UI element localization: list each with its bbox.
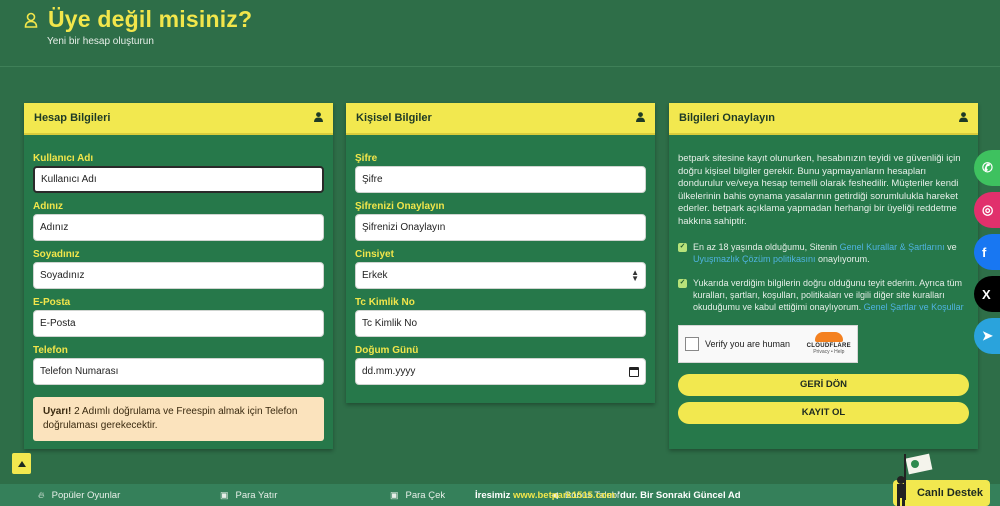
deposit-label: Para Yatır bbox=[235, 489, 278, 501]
ticker-text: 'dur. Bir Sonraki Güncel Ad bbox=[615, 489, 741, 501]
cloudflare-logo: CLOUDFLARE Privacy • Help bbox=[807, 332, 851, 355]
page-title: Üye değil misiniz? bbox=[48, 6, 253, 32]
page-header: Üye değil misiniz? Yeni bir hesap oluştu… bbox=[24, 6, 252, 47]
scroll-top-button[interactable] bbox=[12, 453, 31, 474]
username-label: Kullanıcı Adı bbox=[33, 153, 94, 164]
password-confirm-input[interactable]: Şifrenizi Onaylayın bbox=[355, 214, 646, 241]
arrow-up-icon bbox=[17, 460, 26, 467]
account-info-title: Hesap Bilgileri bbox=[34, 112, 111, 124]
select-arrows-icon: ▲ ▼ bbox=[631, 267, 639, 283]
warning-bold: Uyarı! bbox=[43, 406, 72, 417]
phone-label: Telefon bbox=[33, 345, 68, 356]
phone-warning: Uyarı! 2 Adımlı doğrulama ve Freespin al… bbox=[33, 397, 324, 441]
popular-games-link[interactable]: 🔥︎ Popüler Oyunlar bbox=[38, 490, 120, 501]
info-consent-row: ✓ Yukarıda verdiğim bilgilerin doğru old… bbox=[678, 277, 969, 313]
announcement-ticker: İresimiz www.betpark1515.com 'dur. Bir S… bbox=[475, 490, 895, 501]
captcha-links[interactable]: Privacy • Help bbox=[807, 349, 851, 355]
captcha-widget: Verify you are human CLOUDFLARE Privacy … bbox=[678, 324, 858, 363]
terms-conditions-link[interactable]: Genel Şartlar ve Koşullar bbox=[864, 302, 964, 312]
mascot-icon bbox=[897, 453, 933, 506]
confirm-info-header: Bilgileri Onaylayın bbox=[669, 103, 978, 135]
facebook-icon: f bbox=[982, 244, 987, 260]
password-confirm-label: Şifrenizi Onaylayın bbox=[355, 201, 445, 212]
account-info-panel: Hesap Bilgileri Kullanıcı Adı Kullanıcı … bbox=[24, 103, 333, 449]
confirm-info-panel: Bilgileri Onaylayın betpark sitesine kay… bbox=[669, 103, 978, 449]
withdraw-link[interactable]: ▣ Para Çek bbox=[390, 490, 445, 501]
email-input[interactable]: E-Posta bbox=[33, 310, 324, 337]
telegram-icon: ➤ bbox=[982, 328, 993, 343]
calendar-icon[interactable] bbox=[629, 366, 639, 377]
user-icon bbox=[24, 9, 40, 31]
age-consent-row: ✓ En az 18 yaşında olduğumu, Sitenin Gen… bbox=[678, 241, 969, 265]
person-icon bbox=[314, 111, 323, 125]
gender-select[interactable]: Erkek ▲ ▼ bbox=[355, 262, 646, 289]
register-button[interactable]: KAYIT OL bbox=[678, 401, 969, 424]
consent-text-part: onaylıyorum. bbox=[815, 253, 870, 264]
last-name-input[interactable]: Soyadınız bbox=[33, 262, 324, 289]
person-icon bbox=[959, 111, 968, 125]
deposit-link[interactable]: ▣ Para Yatır bbox=[220, 490, 277, 501]
account-info-header: Hesap Bilgileri bbox=[24, 103, 333, 135]
info-consent-checkbox[interactable]: ✓ bbox=[678, 278, 687, 288]
personal-info-header: Kişisel Bilgiler bbox=[346, 103, 655, 135]
terms-paragraph: betpark sitesine kayıt olunurken, hesabı… bbox=[678, 153, 961, 227]
last-name-label: Soyadınız bbox=[33, 249, 80, 260]
dispute-policy-link[interactable]: Uyuşmazlık Çözüm politikasını bbox=[693, 254, 816, 264]
tc-id-input[interactable]: Tc Kimlik No bbox=[355, 310, 646, 337]
tc-id-label: Tc Kimlik No bbox=[355, 297, 415, 308]
whatsapp-icon: ✆ bbox=[982, 160, 993, 175]
person-icon bbox=[636, 111, 645, 125]
consent-text-part: ve bbox=[944, 241, 957, 252]
info-consent-text: Yukarıda verdiğim bilgilerin doğru olduğ… bbox=[693, 277, 969, 313]
captcha-checkbox[interactable] bbox=[685, 336, 699, 351]
first-name-input[interactable]: Adınız bbox=[33, 214, 324, 241]
confirm-info-title: Bilgileri Onaylayın bbox=[679, 112, 775, 124]
first-name-label: Adınız bbox=[33, 201, 63, 212]
password-input[interactable]: Şifre bbox=[355, 166, 646, 193]
consent-text-part: En az 18 yaşında olduğumu, Sitenin bbox=[693, 241, 840, 252]
gender-label: Cinsiyet bbox=[355, 249, 394, 260]
flame-icon: 🔥︎ bbox=[38, 489, 45, 500]
password-label: Şifre bbox=[355, 153, 378, 164]
phone-input[interactable]: Telefon Numarası bbox=[33, 358, 324, 385]
popular-games-label: Popüler Oyunlar bbox=[51, 489, 121, 501]
ticker-url: www.betpark1515.com bbox=[513, 489, 616, 501]
age-consent-text: En az 18 yaşında olduğumu, Sitenin Genel… bbox=[693, 241, 969, 265]
email-label: E-Posta bbox=[33, 297, 71, 308]
x-icon: X bbox=[982, 286, 991, 302]
cloud-icon bbox=[814, 332, 843, 343]
personal-info-panel: Kişisel Bilgiler Şifre Şifre Şifrenizi O… bbox=[346, 103, 655, 403]
birthday-label: Doğum Günü bbox=[355, 345, 419, 356]
cash-icon: ▣ bbox=[220, 489, 229, 500]
bottom-nav-bar: 🔥︎ Popüler Oyunlar ▣ Para Yatır ▣ Para Çek … bbox=[0, 484, 1000, 506]
username-input[interactable]: Kullanıcı Adı bbox=[33, 166, 324, 193]
instagram-icon: ◎ bbox=[982, 202, 994, 217]
header-divider bbox=[0, 66, 1000, 67]
personal-info-title: Kişisel Bilgiler bbox=[356, 112, 432, 124]
ticker-text: İresimiz bbox=[475, 489, 514, 501]
withdraw-label: Para Çek bbox=[405, 489, 446, 501]
cash-icon: ▣ bbox=[390, 489, 399, 500]
birthday-input[interactable]: dd.mm.yyyy bbox=[355, 358, 646, 385]
page-subtitle: Yeni bir hesap oluşturun bbox=[47, 36, 154, 47]
general-rules-link[interactable]: Genel Kurallar & Şartlarını bbox=[840, 242, 945, 252]
gender-value: Erkek bbox=[362, 270, 388, 281]
back-button[interactable]: GERİ DÖN bbox=[678, 373, 969, 396]
warning-text: 2 Adımlı doğrulama ve Freespin almak içi… bbox=[43, 406, 298, 431]
age-consent-checkbox[interactable]: ✓ bbox=[678, 242, 687, 252]
captcha-label: Verify you are human bbox=[705, 338, 791, 349]
birthday-placeholder: dd.mm.yyyy bbox=[362, 366, 416, 377]
